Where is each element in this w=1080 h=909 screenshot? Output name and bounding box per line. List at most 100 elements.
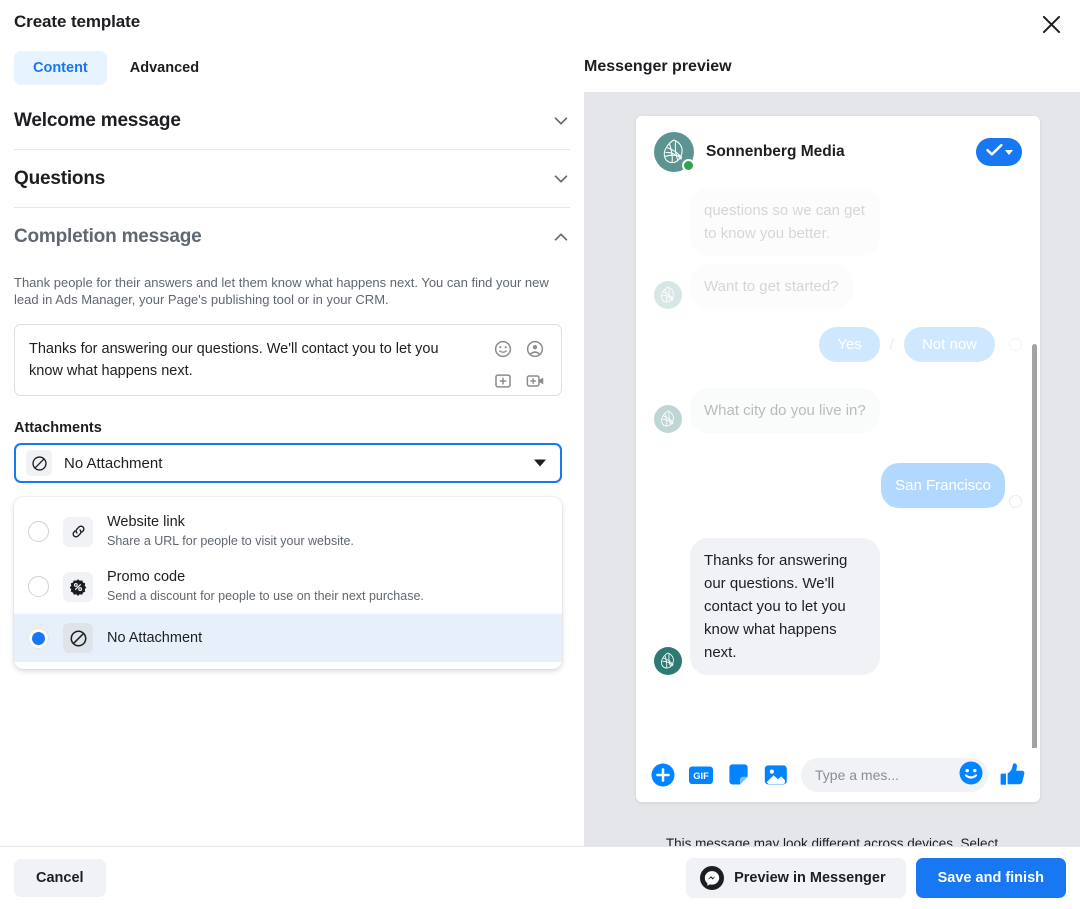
message-composer: GIF Type a mes...	[636, 748, 1040, 802]
option-subtitle: Share a URL for people to visit your web…	[107, 533, 354, 550]
tab-advanced[interactable]: Advanced	[111, 51, 218, 85]
page-title: Create template	[14, 12, 140, 32]
radio-promo-code[interactable]	[28, 576, 49, 597]
mini-avatar	[654, 647, 682, 675]
chat-header: Sonnenberg Media	[636, 116, 1040, 188]
tab-content[interactable]: Content	[14, 51, 107, 85]
page-logo-icon	[658, 285, 678, 305]
chat-messages: questions so we can get to know you bett…	[636, 188, 1040, 748]
emoji-icon[interactable]	[489, 335, 517, 363]
attachment-selected-value: No Attachment	[64, 455, 162, 472]
no-attachment-icon	[63, 623, 93, 653]
thumbs-up-icon[interactable]	[1000, 762, 1026, 788]
create-template-dialog: Create template Content Advanced Welcome…	[0, 0, 1080, 909]
section-questions[interactable]: Questions	[14, 150, 570, 208]
delivered-icon	[1009, 495, 1022, 508]
quick-reply-row: Yes / Not now	[654, 327, 1022, 362]
section-welcome-message[interactable]: Welcome message	[14, 92, 570, 150]
photo-icon[interactable]	[763, 763, 789, 787]
chat-bubble: questions so we can get to know you bett…	[690, 188, 880, 256]
close-button[interactable]	[1034, 10, 1068, 44]
option-promo-code[interactable]: Promo code Send a discount for people to…	[14, 559, 562, 614]
completion-description: Thank people for their answers and let t…	[14, 274, 570, 308]
page-logo-icon	[658, 651, 678, 671]
chat-bubble: Want to get started?	[690, 264, 853, 309]
svg-text:GIF: GIF	[693, 770, 709, 781]
message-input-placeholder: Type a mes...	[815, 767, 899, 783]
page-logo-icon	[658, 409, 678, 429]
preview-in-messenger-button[interactable]: Preview in Messenger	[686, 858, 906, 898]
caret-down-icon	[534, 460, 546, 467]
delivered-icon	[1009, 338, 1022, 351]
online-indicator	[682, 159, 695, 172]
completion-message-value: Thanks for answering our questions. We'l…	[29, 338, 473, 382]
add-image-icon[interactable]	[489, 367, 517, 395]
no-attachment-icon	[26, 450, 52, 476]
radio-website-link[interactable]	[28, 521, 49, 542]
close-icon	[1042, 15, 1061, 39]
section-title: Completion message	[14, 226, 202, 248]
save-and-finish-button[interactable]: Save and finish	[916, 858, 1066, 898]
accordion: Welcome message Questions Completion mes…	[14, 92, 570, 266]
chat-scrollbar[interactable]	[1032, 344, 1037, 759]
chevron-down-icon	[1005, 150, 1013, 155]
plus-icon[interactable]	[650, 762, 676, 788]
link-icon	[63, 517, 93, 547]
chat-bubble: What city do you live in?	[690, 388, 880, 433]
messenger-card: Sonnenberg Media questions so we can get…	[636, 116, 1040, 802]
percent-badge-icon	[63, 572, 93, 602]
option-texts: No Attachment	[107, 629, 202, 648]
verified-check-icon	[986, 143, 1003, 162]
message-input[interactable]: Type a mes...	[801, 758, 988, 792]
quick-reply-not-now[interactable]: Not now	[904, 327, 995, 362]
verified-badge[interactable]	[976, 138, 1022, 166]
page-name: Sonnenberg Media	[706, 143, 845, 161]
cancel-button[interactable]: Cancel	[14, 859, 106, 897]
mini-avatar	[654, 405, 682, 433]
completion-message-input[interactable]: Thanks for answering our questions. We'l…	[14, 324, 562, 396]
avatar	[654, 132, 694, 172]
dialog-header: Create template Content Advanced	[0, 0, 1080, 92]
option-no-attachment[interactable]: No Attachment	[14, 614, 562, 662]
message-row-page: What city do you live in?	[654, 388, 1022, 433]
option-texts: Website link Share a URL for people to v…	[107, 513, 354, 550]
attachments-label: Attachments	[14, 420, 570, 436]
messenger-preview-heading: Messenger preview	[584, 58, 732, 76]
tab-bar: Content Advanced	[14, 51, 218, 85]
radio-no-attachment[interactable]	[28, 628, 49, 649]
chat-bubble-outgoing: San Francisco	[881, 463, 1005, 508]
quick-reply-separator: /	[890, 336, 894, 353]
message-row-page: Want to get started?	[654, 264, 1022, 309]
option-title: No Attachment	[107, 629, 202, 648]
attachment-select[interactable]: No Attachment	[14, 443, 562, 483]
option-texts: Promo code Send a discount for people to…	[107, 568, 424, 605]
chevron-up-icon	[552, 228, 570, 246]
smiley-icon[interactable]	[958, 760, 984, 791]
personalization-icon[interactable]	[521, 335, 549, 363]
section-title: Welcome message	[14, 110, 181, 132]
gif-icon[interactable]: GIF	[688, 763, 714, 787]
content-panel: Welcome message Questions Completion mes…	[0, 92, 584, 846]
option-title: Website link	[107, 513, 354, 532]
mini-avatar	[654, 281, 682, 309]
chat-bubble: Thanks for answering our questions. We'l…	[690, 538, 880, 675]
section-title: Questions	[14, 168, 105, 190]
messenger-preview-panel: Sonnenberg Media questions so we can get…	[584, 92, 1080, 846]
add-video-icon[interactable]	[521, 367, 549, 395]
editor-toolbar	[489, 335, 549, 395]
message-row-page-completion: Thanks for answering our questions. We'l…	[654, 538, 1022, 675]
option-website-link[interactable]: Website link Share a URL for people to v…	[14, 504, 562, 559]
section-completion-message[interactable]: Completion message	[14, 208, 570, 266]
dialog-footer: Cancel Preview in Messenger Save and fin…	[0, 846, 1080, 909]
message-row-user: San Francisco	[654, 463, 1022, 508]
attachment-dropdown: Website link Share a URL for people to v…	[14, 497, 562, 669]
option-title: Promo code	[107, 568, 424, 587]
option-subtitle: Send a discount for people to use on the…	[107, 588, 424, 605]
preview-button-label: Preview in Messenger	[734, 870, 886, 886]
chevron-down-icon	[552, 112, 570, 130]
messenger-icon	[700, 866, 724, 890]
quick-reply-yes[interactable]: Yes	[819, 327, 879, 362]
chevron-down-icon	[552, 170, 570, 188]
sticker-icon[interactable]	[726, 763, 751, 788]
message-row-page: questions so we can get to know you bett…	[654, 188, 1022, 256]
